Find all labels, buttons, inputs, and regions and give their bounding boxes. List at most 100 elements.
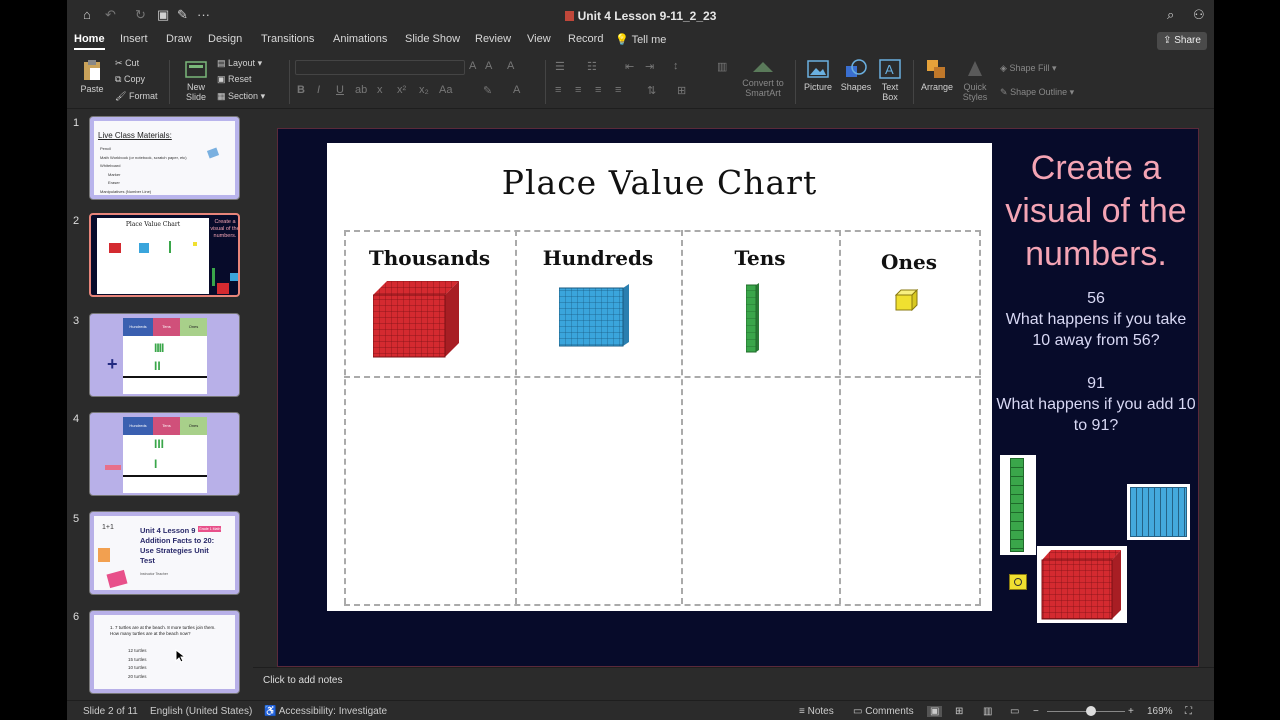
fit-to-window-icon[interactable]: ⛶ (1185, 706, 1192, 717)
align-left-icon[interactable]: ≡ (555, 84, 561, 96)
new-slide-button[interactable]: New Slide (177, 58, 215, 102)
font-family-select[interactable] (295, 60, 465, 75)
tab-review[interactable]: Review (475, 33, 511, 45)
zoom-level[interactable]: 169% (1147, 706, 1173, 717)
font-color-icon[interactable]: A (513, 84, 520, 96)
thumbnail-number: 6 (73, 611, 80, 623)
quick-styles-icon (968, 61, 982, 76)
tab-insert[interactable]: Insert (120, 33, 148, 45)
shape-outline-button[interactable]: ✎ Shape Outline ▾ (1000, 87, 1074, 98)
thumbnail-title: Place Value Chart (125, 221, 181, 228)
tab-design[interactable]: Design (208, 33, 242, 45)
tab-record[interactable]: Record (568, 33, 603, 45)
current-slide[interactable]: Place Value Chart Thousands Hundreds Ten… (277, 128, 1199, 667)
tab-home[interactable]: Home (74, 33, 105, 50)
paste-button[interactable]: Paste (77, 58, 107, 94)
highlight-icon[interactable]: ✎ (483, 84, 492, 97)
notes-button[interactable]: ≡ Notes (799, 706, 834, 717)
align-text-icon[interactable]: ⊞ (677, 84, 686, 97)
tab-draw[interactable]: Draw (166, 33, 192, 45)
superscript-icon[interactable]: x² (397, 84, 406, 96)
ones-cube-manipulative[interactable] (1009, 574, 1027, 590)
thumbnail-number: 2 (73, 215, 80, 227)
text-direction-icon[interactable]: ⇅ (647, 84, 656, 97)
thumbnail-number: 4 (73, 413, 80, 425)
font-grow-icon[interactable]: A (469, 60, 476, 72)
search-icon[interactable]: ⌕ (1167, 7, 1174, 23)
increase-indent-icon[interactable]: ⇥ (645, 60, 654, 73)
zoom-out-icon[interactable]: − (1033, 706, 1039, 717)
change-case-icon[interactable]: Aa (439, 84, 452, 96)
language-indicator[interactable]: English (United States) (150, 706, 252, 717)
slide-thumbnail-6[interactable]: 1. 7 turtles are at the beach. 8 more tu… (89, 610, 240, 694)
brush-icon: 🖌 (115, 91, 127, 101)
slide-thumbnail-2[interactable]: Place Value Chart Create a visual of the… (89, 213, 240, 297)
shapes-button[interactable]: Shapes (839, 58, 873, 92)
zoom-in-icon[interactable]: + (1128, 706, 1134, 717)
tab-transitions[interactable]: Transitions (261, 33, 314, 45)
tens-rod-manipulative[interactable] (1000, 455, 1036, 555)
thumbnail-line: Pencil (100, 146, 111, 151)
justify-icon[interactable]: ≡ (615, 84, 621, 96)
bullets-icon[interactable]: ☰ (555, 60, 565, 73)
align-right-icon[interactable]: ≡ (595, 84, 601, 96)
strikethrough-icon[interactable]: x (377, 84, 383, 96)
decrease-indent-icon[interactable]: ⇤ (625, 60, 634, 73)
text-box-button[interactable]: A Text Box (877, 58, 903, 102)
tens-rods-graphic: IIII (154, 341, 164, 355)
tell-me[interactable]: 💡 Tell me (615, 33, 666, 46)
slideshow-icon[interactable]: ▭ (1010, 706, 1019, 717)
slide-thumbnail-4[interactable]: Hundreds Tens Ones III I (89, 412, 240, 496)
notes-placeholder[interactable]: Click to add notes (263, 675, 343, 686)
equals-line (123, 376, 207, 378)
subscript-icon[interactable]: x₂ (419, 84, 429, 96)
underline-icon[interactable]: U (336, 84, 344, 96)
slide-thumbnail-3[interactable]: Hundreds Tens Ones IIII II + (89, 313, 240, 397)
hundreds-flat-manipulative[interactable] (1127, 484, 1190, 540)
zoom-slider-thumb[interactable] (1086, 706, 1096, 716)
picture-button[interactable]: Picture (801, 58, 835, 92)
bold-icon[interactable]: B (297, 84, 305, 96)
grid-line (515, 230, 517, 604)
tab-slide-show[interactable]: Slide Show (405, 33, 460, 45)
layout-button[interactable]: ▤ Layout ▾ (217, 58, 262, 69)
document-title: Unit 4 Lesson 9-11_2_23 (67, 9, 1214, 23)
format-label: Format (128, 91, 158, 101)
tab-animations[interactable]: Animations (333, 33, 387, 45)
accessibility-button[interactable]: ♿ Accessibility: Investigate (264, 706, 387, 717)
thumbnail-list: Pencil Math Workbook (or notebook, scrat… (100, 145, 187, 196)
convert-smartart-button[interactable]: Convert to SmartArt (737, 58, 789, 98)
comments-button[interactable]: ▭ Comments (853, 706, 914, 717)
line-spacing-icon[interactable]: ↕ (673, 60, 679, 72)
align-center-icon[interactable]: ≡ (575, 84, 581, 96)
grid-line (979, 230, 981, 604)
notes-pane[interactable]: Click to add notes (253, 667, 1214, 700)
slide-thumbnail-5[interactable]: 1+1 Unit 4 Lesson 9 Addition Facts to 20… (89, 511, 240, 595)
font-shrink-icon[interactable]: A (485, 60, 492, 72)
format-painter-button[interactable]: 🖌 Format (115, 91, 157, 102)
slide-editing-area[interactable]: Place Value Chart Thousands Hundreds Ten… (253, 110, 1214, 667)
shape-fill-button[interactable]: ◈ Shape Fill ▾ (1000, 63, 1057, 74)
columns-icon[interactable]: ▥ (717, 60, 727, 73)
normal-view-icon[interactable]: ▣ (927, 706, 943, 717)
clear-format-icon[interactable]: A (507, 60, 514, 72)
reading-view-icon[interactable]: ▥ (983, 706, 992, 717)
zoom-slider[interactable] (1047, 706, 1125, 716)
thousands-cube-manipulative[interactable] (1037, 546, 1127, 623)
tab-view[interactable]: View (527, 33, 551, 45)
separator (913, 60, 914, 104)
thumbnail-option: 10 turtles (128, 665, 147, 670)
arrange-button[interactable]: Arrange (919, 58, 955, 92)
slide-thumbnail-1[interactable]: Live Class Materials: Pencil Math Workbo… (89, 116, 240, 200)
numbering-icon[interactable]: ☷ (587, 60, 597, 73)
section-button[interactable]: ▦ Section ▾ (217, 91, 265, 102)
quick-styles-button[interactable]: Quick Styles (959, 58, 991, 102)
reset-button[interactable]: ▣ Reset (217, 74, 252, 85)
share-button[interactable]: ⇪ Share (1157, 32, 1207, 50)
shadow-icon[interactable]: ab (355, 84, 367, 96)
cut-button[interactable]: ✂ Cut (115, 58, 139, 69)
italic-icon[interactable]: I (317, 84, 320, 96)
collaborate-icon[interactable]: ⚇ (1193, 7, 1205, 23)
slide-sorter-icon[interactable]: ⊞ (955, 706, 963, 717)
copy-button[interactable]: ⧉ Copy (115, 74, 145, 85)
